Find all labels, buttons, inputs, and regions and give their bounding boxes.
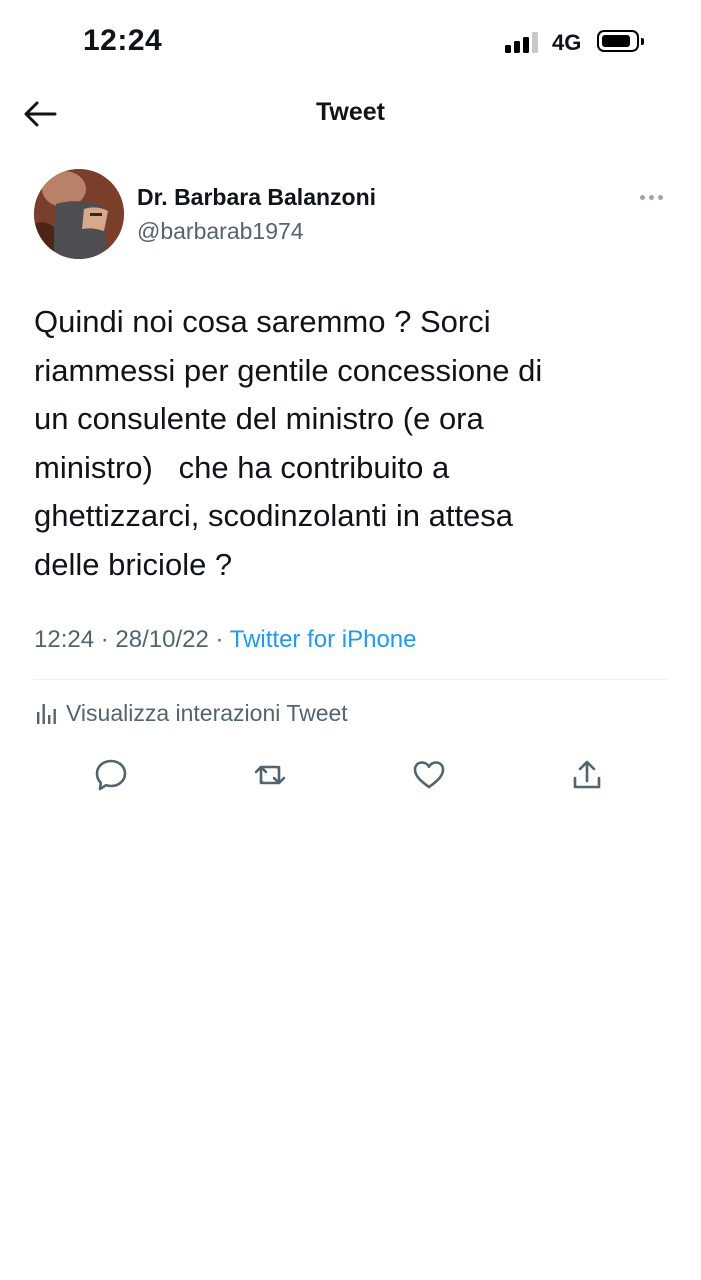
like-icon xyxy=(413,761,445,789)
tweet-text-line: riammessi per gentile concessione di xyxy=(34,352,543,388)
tweet-text-line: un consulente del ministro (e ora xyxy=(34,401,484,436)
meta-separator: · xyxy=(100,626,109,653)
tweet-text: Quindi noi cosa saremmo ? Sorci riammess… xyxy=(34,298,664,589)
tweet-text-line: delle briciole ? xyxy=(34,546,233,582)
tweet-meta: 12:24 · 28/10/22 · Twitter for iPhone xyxy=(34,626,416,654)
share-icon xyxy=(573,760,601,789)
navigation-bar: Tweet xyxy=(0,84,701,146)
bar-chart-icon xyxy=(37,704,56,724)
battery-icon xyxy=(597,30,644,52)
tweet-source-link[interactable]: Twitter for iPhone xyxy=(230,626,417,653)
tweet-text-line: ghettizzarci, scodinzolanti in attesa xyxy=(34,498,514,533)
tweet-date: 28/10/22 xyxy=(115,626,209,653)
status-bar: 12:24 4G xyxy=(0,0,701,84)
page-title: Tweet xyxy=(316,98,385,126)
reply-button[interactable] xyxy=(93,757,129,793)
reply-icon xyxy=(95,759,127,791)
author-handle[interactable]: @barbarab1974 xyxy=(137,218,304,245)
author-name[interactable]: Dr. Barbara Balanzoni xyxy=(137,184,376,211)
retweet-icon xyxy=(254,765,286,785)
analytics-label: Visualizza interazioni Tweet xyxy=(66,700,348,726)
divider xyxy=(34,679,668,680)
like-button[interactable] xyxy=(411,757,447,793)
network-type-label: 4G xyxy=(552,30,582,55)
signal-strength-icon xyxy=(505,31,541,53)
status-time: 12:24 xyxy=(83,24,163,57)
tweet-text-line: Quindi noi cosa saremmo ? Sorci xyxy=(34,304,491,339)
tweet-time: 12:24 xyxy=(34,626,95,653)
tweet-text-line: ministro) che ha contribuito a xyxy=(34,449,450,485)
avatar[interactable] xyxy=(34,169,124,259)
more-options-button[interactable] xyxy=(640,192,666,204)
retweet-button[interactable] xyxy=(252,757,288,793)
share-button[interactable] xyxy=(569,757,605,793)
meta-separator: · xyxy=(215,626,224,653)
